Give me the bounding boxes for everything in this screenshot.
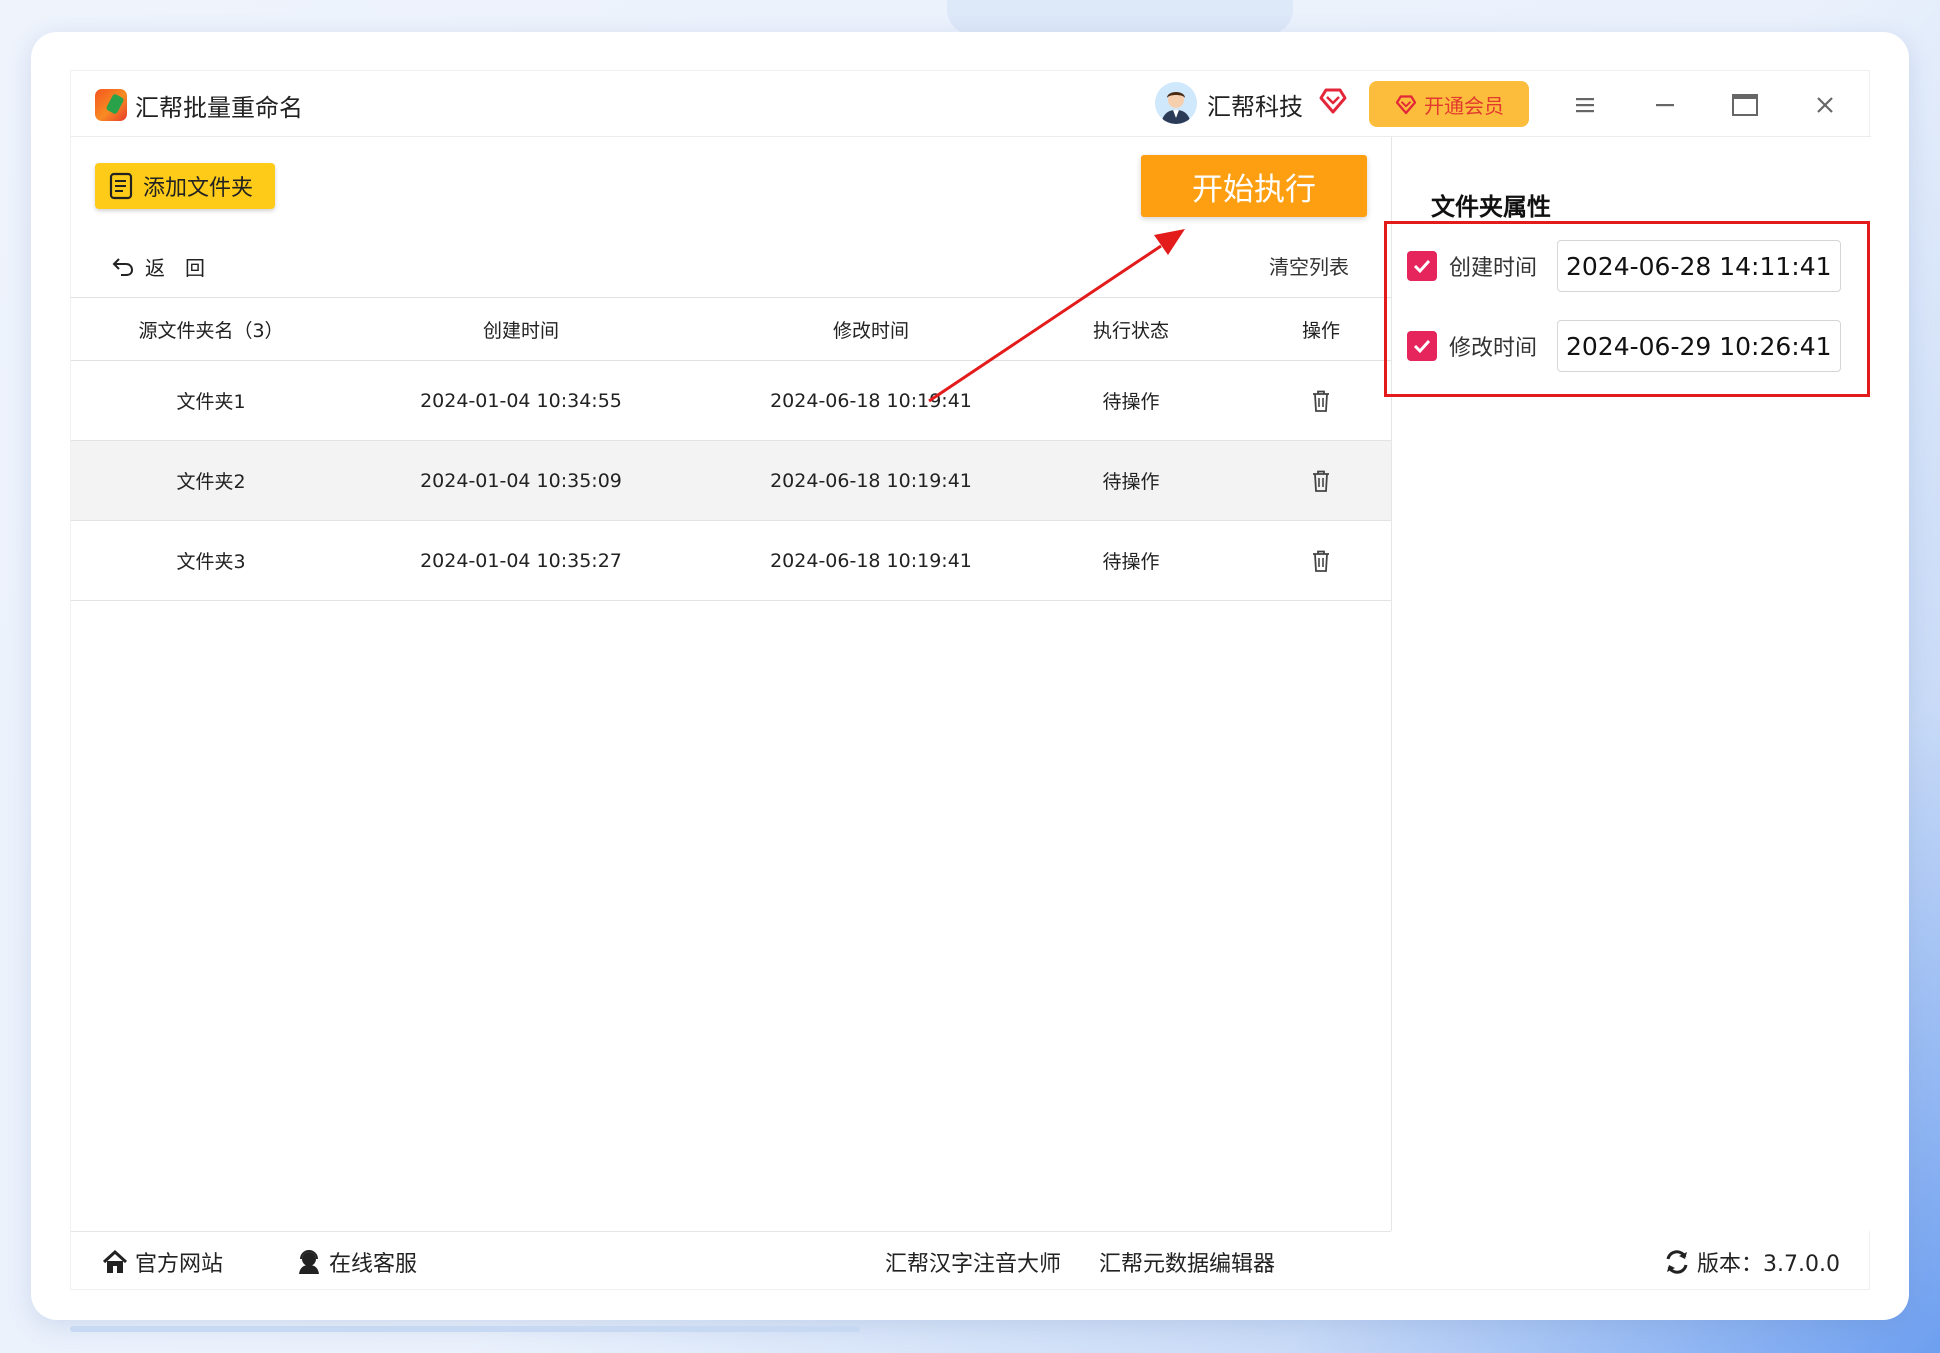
minimize-icon[interactable] (1649, 89, 1681, 121)
version-label: 版本：3.7.0.0 (1697, 1252, 1840, 1277)
table-row[interactable]: 文件夹2 2024-01-04 10:35:09 2024-06-18 10:1… (71, 441, 1391, 521)
attributes-panel-title: 文件夹属性 (1431, 193, 1551, 221)
add-folder-button[interactable]: 添加文件夹 (95, 163, 275, 209)
row-folder-name: 文件夹1 (176, 391, 246, 413)
row-created-time: 2024-01-04 10:34:55 (420, 389, 622, 412)
add-folder-label: 添加文件夹 (143, 176, 254, 201)
app-logo-icon (95, 89, 127, 121)
row-folder-name: 文件夹3 (176, 551, 246, 573)
document-list-icon (109, 172, 133, 200)
row-action (1271, 521, 1371, 600)
official-site-label: 官方网站 (135, 1252, 224, 1277)
created-time-row: 创建时间 2024-06-28 14:11:41 (1407, 240, 1841, 292)
app-window: 汇帮批量重命名 汇帮科技 开通会员 添加文件夹 开始执行 返 回 清空列表 源文… (70, 70, 1871, 1290)
online-service-label: 在线客服 (329, 1252, 418, 1277)
open-vip-label: 开通会员 (1424, 93, 1504, 118)
metadata-editor-link[interactable]: 汇帮元数据编辑器 (1099, 1246, 1275, 1278)
row-folder-name: 文件夹2 (176, 471, 246, 493)
customer-service-icon (299, 1250, 319, 1274)
vip-heart-icon (1395, 95, 1417, 115)
modified-time-checkbox[interactable] (1407, 331, 1437, 361)
row-status: 待操作 (1102, 471, 1160, 493)
start-execute-button[interactable]: 开始执行 (1141, 155, 1367, 217)
header-source-name: 源文件夹名（3） (138, 319, 284, 342)
header-action: 操作 (1301, 319, 1340, 342)
table-row[interactable]: 文件夹1 2024-01-04 10:34:55 2024-06-18 10:1… (71, 361, 1391, 441)
created-time-input[interactable]: 2024-06-28 14:11:41 (1557, 240, 1841, 292)
back-label: 返 回 (145, 255, 205, 280)
table-row[interactable]: 文件夹3 2024-01-04 10:35:27 2024-06-18 10:1… (71, 521, 1391, 601)
row-action (1271, 441, 1371, 520)
title-bar: 汇帮批量重命名 汇帮科技 开通会员 (71, 71, 1871, 137)
clear-list-button[interactable]: 清空列表 (1269, 251, 1349, 280)
app-title: 汇帮批量重命名 (135, 94, 303, 122)
header-created-time: 创建时间 (482, 319, 559, 342)
version-info[interactable]: 版本：3.7.0.0 (1663, 1246, 1840, 1278)
user-avatar[interactable] (1155, 82, 1197, 124)
folder-table: 源文件夹名（3） 创建时间 修改时间 执行状态 操作 文件夹1 2024-01-… (71, 297, 1391, 601)
attributes-highlight-box: 创建时间 2024-06-28 14:11:41 修改时间 2024-06-29… (1384, 221, 1870, 397)
online-service-link[interactable]: 在线客服 (295, 1246, 417, 1278)
header-status: 执行状态 (1092, 319, 1169, 342)
created-time-checkbox[interactable] (1407, 251, 1437, 281)
trash-icon[interactable] (1310, 389, 1332, 413)
pinyin-tool-link[interactable]: 汇帮汉字注音大师 (885, 1246, 1061, 1278)
modified-time-input[interactable]: 2024-06-29 10:26:41 (1557, 320, 1841, 372)
trash-icon[interactable] (1310, 549, 1332, 573)
row-created-time: 2024-01-04 10:35:27 (420, 549, 622, 572)
user-name[interactable]: 汇帮科技 (1207, 87, 1303, 122)
row-modified-time: 2024-06-18 10:19:41 (770, 549, 972, 572)
trash-icon[interactable] (1310, 469, 1332, 493)
footer-bar: 官方网站 在线客服 汇帮汉字注音大师 汇帮元数据编辑器 版本：3.7.0.0 (71, 1232, 1871, 1290)
refresh-icon (1666, 1250, 1688, 1274)
undo-arrow-icon (112, 258, 134, 276)
row-modified-time: 2024-06-18 10:19:41 (770, 469, 972, 492)
background-tab (947, 0, 1293, 34)
table-header: 源文件夹名（3） 创建时间 修改时间 执行状态 操作 (71, 297, 1391, 361)
avatar-icon (1155, 82, 1197, 124)
header-modified-time: 修改时间 (832, 319, 909, 342)
maximize-icon[interactable] (1729, 89, 1761, 121)
home-icon (102, 1249, 128, 1273)
horizontal-scrollbar[interactable] (70, 1326, 860, 1332)
official-site-link[interactable]: 官方网站 (101, 1246, 223, 1278)
row-action (1271, 361, 1371, 440)
row-status: 待操作 (1102, 551, 1160, 573)
checkmark-icon (1413, 339, 1431, 354)
close-icon[interactable] (1809, 89, 1841, 121)
row-created-time: 2024-01-04 10:35:09 (420, 469, 622, 492)
checkmark-icon (1413, 259, 1431, 274)
modified-time-row: 修改时间 2024-06-29 10:26:41 (1407, 320, 1841, 372)
created-time-label: 创建时间 (1449, 256, 1538, 281)
open-vip-button[interactable]: 开通会员 (1369, 81, 1529, 127)
modified-time-label: 修改时间 (1449, 336, 1538, 361)
menu-icon[interactable] (1569, 89, 1601, 121)
row-modified-time: 2024-06-18 10:19:41 (770, 389, 972, 412)
row-status: 待操作 (1102, 391, 1160, 413)
back-button[interactable]: 返 回 (111, 251, 205, 281)
vip-diamond-heart-icon[interactable] (1317, 84, 1349, 116)
